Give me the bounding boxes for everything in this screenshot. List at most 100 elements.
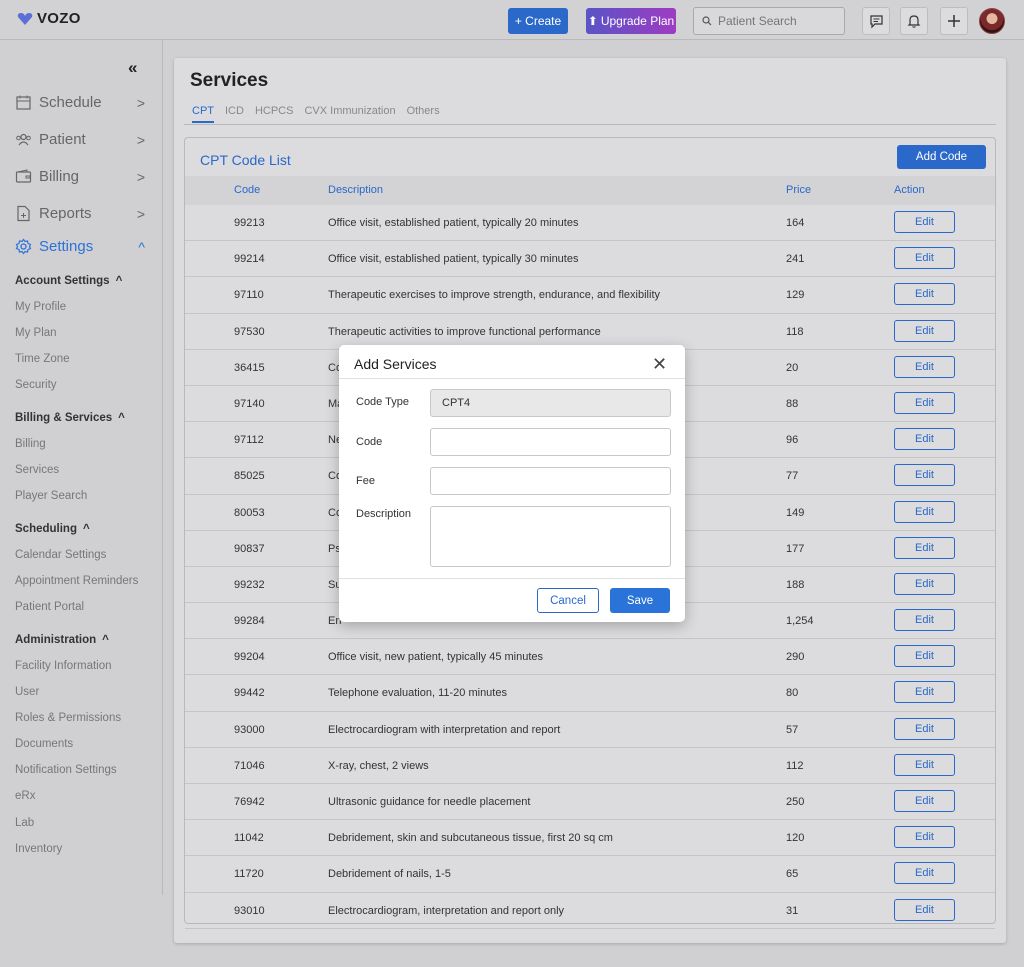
- sidebar-item-patient-portal[interactable]: Patient Portal: [15, 601, 84, 613]
- notifications-button[interactable]: [900, 7, 928, 35]
- save-button[interactable]: Save: [610, 588, 670, 613]
- upgrade-plan-button[interactable]: ⬆ Upgrade Plan: [586, 8, 676, 34]
- edit-button[interactable]: Edit: [894, 464, 955, 487]
- sidebar-item-calendar-settings[interactable]: Calendar Settings: [15, 549, 106, 561]
- edit-button[interactable]: Edit: [894, 681, 955, 704]
- add-code-button[interactable]: Add Code: [897, 145, 986, 169]
- section-scheduling[interactable]: Scheduling ^: [15, 523, 90, 535]
- edit-button[interactable]: Edit: [894, 428, 955, 451]
- description-field[interactable]: [430, 506, 671, 567]
- sidebar-item-my-profile[interactable]: My Profile: [15, 301, 66, 313]
- fee-field[interactable]: [430, 467, 671, 495]
- chevron-up-icon: ^: [82, 523, 90, 535]
- cell-code: 80053: [234, 506, 265, 519]
- tab-divider: [184, 124, 996, 125]
- edit-button[interactable]: Edit: [894, 319, 955, 342]
- sidebar-item-my-plan[interactable]: My Plan: [15, 327, 57, 339]
- table-row: 97110 Therapeutic exercises to improve st…: [185, 277, 995, 314]
- edit-button[interactable]: Edit: [894, 283, 955, 306]
- patient-search-input[interactable]: [718, 14, 838, 28]
- nav-billing[interactable]: Billing >: [15, 168, 145, 185]
- code-field[interactable]: [430, 428, 671, 456]
- cell-code: 90837: [234, 542, 265, 555]
- wallet-icon: [15, 169, 32, 183]
- nav-reports[interactable]: Reports >: [15, 205, 145, 222]
- cell-code: 36415: [234, 361, 265, 374]
- header-code: Code: [234, 184, 261, 196]
- table-header: Code Description Price Action: [185, 176, 995, 205]
- sidebar-item-facility-information[interactable]: Facility Information: [15, 660, 112, 672]
- nav-patient[interactable]: Patient >: [15, 131, 145, 148]
- sidebar-item-roles-permissions[interactable]: Roles & Permissions: [15, 712, 121, 724]
- edit-button[interactable]: Edit: [894, 211, 955, 233]
- sidebar-item-lab[interactable]: Lab: [15, 817, 34, 829]
- add-button[interactable]: [940, 7, 968, 35]
- edit-button[interactable]: Edit: [894, 355, 955, 378]
- edit-button[interactable]: Edit: [894, 536, 955, 559]
- cell-description: Electrocardiogram, interpretation and re…: [328, 904, 565, 917]
- tab-cpt[interactable]: CPT: [192, 105, 214, 123]
- table-row: 93000 Electrocardiogram with interpretati…: [185, 712, 995, 748]
- sidebar-item-time-zone[interactable]: Time Zone: [15, 353, 70, 365]
- cell-price: 112: [786, 759, 804, 772]
- edit-button[interactable]: Edit: [894, 790, 955, 812]
- patient-search-box[interactable]: [693, 7, 845, 35]
- tab-icd[interactable]: ICD: [225, 105, 244, 123]
- nav-schedule[interactable]: Schedule >: [15, 94, 145, 111]
- user-avatar[interactable]: [979, 8, 1005, 34]
- vozo-logo[interactable]: VOZO: [17, 10, 81, 27]
- gear-icon: [15, 238, 32, 255]
- sidebar-item-security[interactable]: Security: [15, 379, 57, 391]
- cell-description: Office visit, established patient, typic…: [328, 217, 579, 229]
- patients-icon: [16, 133, 31, 146]
- cell-price: 118: [786, 325, 804, 338]
- description-label: Description: [356, 508, 412, 520]
- edit-button[interactable]: Edit: [894, 609, 955, 632]
- nav-settings[interactable]: Settings ^: [15, 238, 145, 255]
- messages-button[interactable]: [862, 7, 890, 35]
- edit-button[interactable]: Edit: [894, 898, 955, 921]
- section-administration[interactable]: Administration ^: [15, 634, 109, 646]
- sidebar-item-documents[interactable]: Documents: [15, 738, 73, 750]
- sidebar-item-player-search[interactable]: Player Search: [15, 490, 87, 502]
- cell-code: 11720: [234, 868, 264, 881]
- tab-hcpcs[interactable]: HCPCS: [255, 105, 294, 123]
- cell-description: X-ray, chest, 2 views: [328, 759, 429, 772]
- close-icon[interactable]: ✕: [652, 355, 667, 373]
- collapse-sidebar-icon[interactable]: «: [128, 58, 137, 78]
- sidebar-item-notification-settings[interactable]: Notification Settings: [15, 764, 117, 776]
- chevron-right-icon: >: [136, 131, 145, 148]
- chevron-right-icon: >: [136, 168, 145, 185]
- sidebar-item-inventory[interactable]: Inventory: [15, 843, 62, 855]
- sidebar: « Schedule > Patient > Billing > Reports…: [0, 40, 163, 895]
- edit-button[interactable]: Edit: [894, 500, 955, 523]
- code-type-field: CPT4: [430, 389, 671, 417]
- tab-cvx-immunization[interactable]: CVX Immunization: [304, 105, 395, 123]
- sidebar-item-services[interactable]: Services: [15, 464, 59, 476]
- cell-price: 120: [786, 832, 805, 845]
- section-billing-services[interactable]: Billing & Services ^: [15, 412, 125, 424]
- cell-price: 20: [786, 361, 799, 374]
- table-row: 11042 Debridement, skin and subcutaneous …: [185, 820, 995, 857]
- tab-others[interactable]: Others: [407, 105, 440, 123]
- sidebar-item-appointment-reminders[interactable]: Appointment Reminders: [15, 575, 138, 587]
- edit-button[interactable]: Edit: [894, 391, 955, 414]
- edit-button[interactable]: Edit: [894, 826, 955, 849]
- header-description: Description: [328, 184, 384, 196]
- section-account-settings[interactable]: Account Settings ^: [15, 275, 122, 287]
- modal-divider: [339, 578, 685, 579]
- edit-button[interactable]: Edit: [894, 862, 955, 885]
- edit-button[interactable]: Edit: [894, 717, 955, 740]
- edit-button[interactable]: Edit: [894, 572, 955, 595]
- nav-schedule-label: Schedule: [39, 94, 102, 111]
- sidebar-item-user[interactable]: User: [15, 686, 39, 698]
- create-button[interactable]: + Create: [508, 8, 568, 34]
- card-title: CPT Code List: [200, 152, 291, 168]
- edit-button[interactable]: Edit: [894, 645, 955, 668]
- cell-code: 97530: [234, 325, 265, 338]
- cancel-button[interactable]: Cancel: [537, 588, 599, 613]
- sidebar-item-erx[interactable]: eRx: [15, 790, 35, 802]
- edit-button[interactable]: Edit: [894, 247, 955, 270]
- edit-button[interactable]: Edit: [894, 753, 955, 776]
- sidebar-item-billing[interactable]: Billing: [15, 438, 46, 450]
